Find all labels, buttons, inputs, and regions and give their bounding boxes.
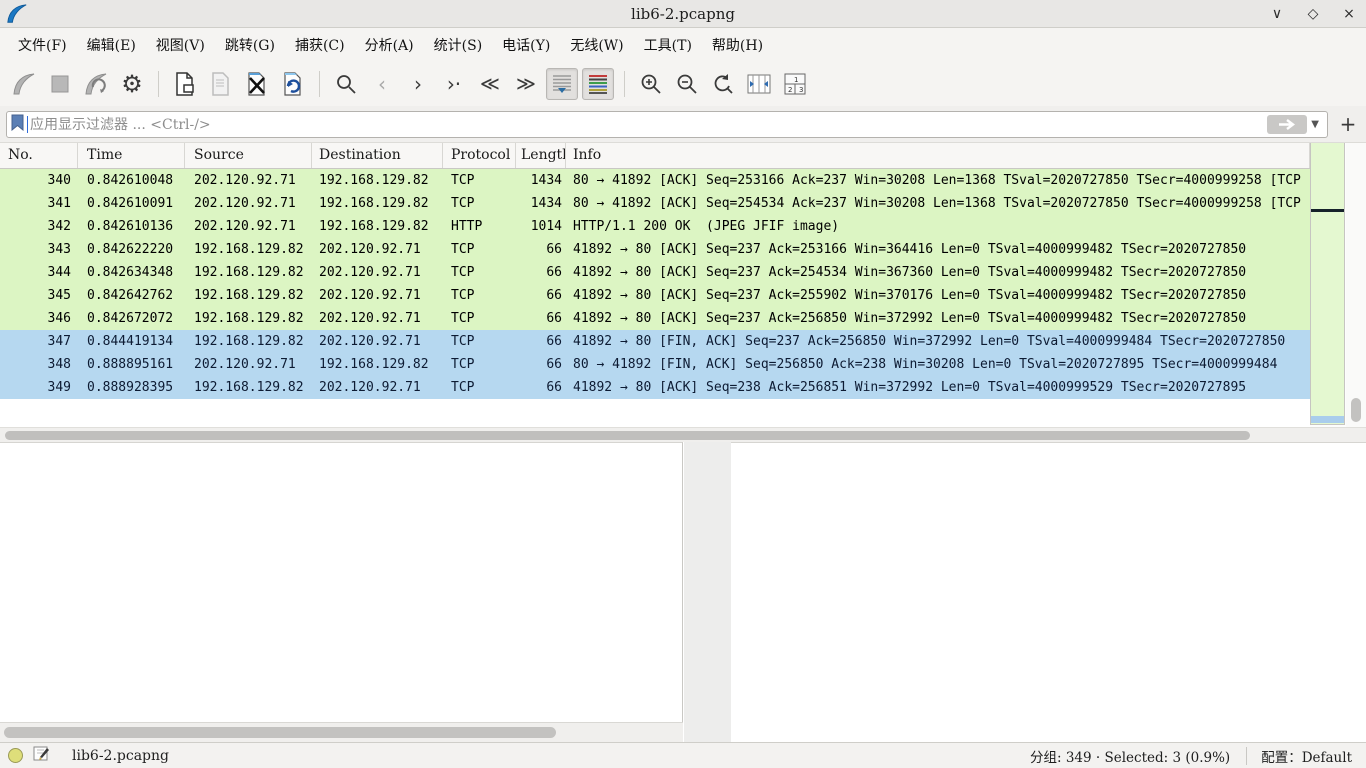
zoom-reset-icon[interactable]	[707, 68, 739, 100]
reload-file-icon[interactable]	[277, 68, 309, 100]
details-horizontal-scrollbar[interactable]	[0, 722, 683, 742]
packet-row[interactable]: 343 0.842622220 192.168.129.82 202.120.9…	[0, 238, 1310, 261]
capture-comment-icon[interactable]	[33, 745, 50, 766]
add-filter-button-icon[interactable]: +	[1336, 112, 1360, 136]
menu-bar: 文件(F) 编辑(E) 视图(V) 跳转(G) 捕获(C) 分析(A) 统计(S…	[0, 28, 1366, 61]
svg-text:2: 2	[788, 86, 792, 94]
packet-row[interactable]: 341 0.842610091 202.120.92.71 192.168.12…	[0, 192, 1310, 215]
go-back-icon[interactable]: ‹	[366, 68, 398, 100]
filter-placeholder-text: 应用显示过滤器 ... <Ctrl-/>	[30, 114, 1267, 134]
title-bar: lib6-2.pcapng ∨ ◇ ×	[0, 0, 1366, 28]
text-caret	[27, 116, 28, 133]
col-header-destination[interactable]: Destination	[312, 143, 443, 168]
packet-bytes-pane[interactable]	[731, 442, 1366, 742]
minimap-selection-marker	[1311, 416, 1344, 423]
zoom-out-icon[interactable]	[671, 68, 703, 100]
details-scrollbar-thumb[interactable]	[4, 727, 556, 738]
menu-view[interactable]: 视图(V)	[146, 31, 215, 59]
packet-row[interactable]: 347 0.844419134 192.168.129.82 202.120.9…	[0, 330, 1310, 353]
minimize-button[interactable]: ∨	[1268, 5, 1286, 23]
close-file-icon[interactable]	[241, 68, 273, 100]
restart-capture-icon[interactable]	[80, 68, 112, 100]
svg-text:3: 3	[799, 86, 803, 94]
menu-analyze[interactable]: 分析(A)	[355, 31, 424, 59]
intelligent-scrollbar-minimap[interactable]	[1310, 143, 1345, 425]
find-packet-icon[interactable]	[330, 68, 362, 100]
maximize-button[interactable]: ◇	[1304, 5, 1322, 23]
pane-splitter[interactable]	[684, 442, 731, 742]
menu-tools[interactable]: 工具(T)	[634, 31, 702, 59]
menu-capture[interactable]: 捕获(C)	[285, 31, 355, 59]
save-file-icon[interactable]	[205, 68, 237, 100]
packet-list-horizontal-scrollbar[interactable]	[0, 427, 1366, 442]
packet-details-pane[interactable]	[0, 442, 683, 742]
packet-list-vertical-scrollbar[interactable]	[1346, 143, 1366, 427]
vertical-scrollbar-thumb[interactable]	[1351, 398, 1361, 422]
apply-filter-button[interactable]	[1267, 115, 1307, 134]
stop-capture-icon[interactable]	[44, 68, 76, 100]
filter-bookmark-icon[interactable]	[11, 114, 24, 135]
profile-selector[interactable]: 配置：Default	[1247, 746, 1366, 766]
filter-dropdown-arrow-icon[interactable]: ▼	[1311, 119, 1319, 130]
display-filter-input[interactable]: 应用显示过滤器 ... <Ctrl-/> ▼	[6, 111, 1328, 138]
col-header-no[interactable]: No.	[0, 143, 78, 168]
auto-scroll-toggle[interactable]	[546, 68, 578, 100]
packet-list-pane: No. Time Source Destination Protocol Len…	[0, 143, 1366, 427]
horizontal-scrollbar-thumb[interactable]	[5, 431, 1250, 440]
menu-edit[interactable]: 编辑(E)	[77, 31, 146, 59]
col-header-info[interactable]: Info	[566, 143, 1310, 168]
statusbar-filename[interactable]: lib6-2.pcapng	[60, 748, 169, 764]
packet-row[interactable]: 340 0.842610048 202.120.92.71 192.168.12…	[0, 169, 1310, 192]
menu-telephony[interactable]: 电话(Y)	[492, 31, 560, 59]
detail-panes	[0, 442, 1366, 742]
menu-file[interactable]: 文件(F)	[8, 31, 77, 59]
expert-info-icon[interactable]	[8, 748, 23, 763]
main-toolbar: ⚙ ‹ › ›· ≪ ≫	[0, 61, 1366, 106]
zoom-in-icon[interactable]	[635, 68, 667, 100]
toolbar-separator	[158, 71, 159, 97]
capture-options-icon[interactable]: ⚙	[116, 68, 148, 100]
filter-bar: 应用显示过滤器 ... <Ctrl-/> ▼ +	[0, 106, 1366, 143]
col-header-length[interactable]: Length	[516, 143, 566, 168]
packet-table: No. Time Source Destination Protocol Len…	[0, 143, 1310, 427]
col-header-time[interactable]: Time	[78, 143, 185, 168]
menu-go[interactable]: 跳转(G)	[215, 31, 285, 59]
packet-row[interactable]: 344 0.842634348 192.168.129.82 202.120.9…	[0, 261, 1310, 284]
col-header-protocol[interactable]: Protocol	[443, 143, 516, 168]
go-forward-icon[interactable]: ›	[402, 68, 434, 100]
go-to-packet-icon[interactable]: ›·	[438, 68, 470, 100]
packet-count-summary: 分组: 349 · Selected: 3 (0.9%)	[1030, 746, 1246, 766]
wireshark-window: lib6-2.pcapng ∨ ◇ × 文件(F) 编辑(E) 视图(V) 跳转…	[0, 0, 1366, 768]
menu-help[interactable]: 帮助(H)	[702, 31, 773, 59]
menu-wireless[interactable]: 无线(W)	[560, 31, 633, 59]
go-last-packet-icon[interactable]: ≫	[510, 68, 542, 100]
go-first-packet-icon[interactable]: ≪	[474, 68, 506, 100]
packet-row[interactable]: 349 0.888928395 192.168.129.82 202.120.9…	[0, 376, 1310, 399]
toolbar-separator	[319, 71, 320, 97]
packet-row[interactable]: 345 0.842642762 192.168.129.82 202.120.9…	[0, 284, 1310, 307]
toolbar-separator	[624, 71, 625, 97]
layout-123-icon[interactable]: 123	[779, 68, 811, 100]
window-title: lib6-2.pcapng	[0, 0, 1366, 28]
start-capture-icon[interactable]	[8, 68, 40, 100]
minimap-position-marker	[1311, 209, 1344, 212]
resize-columns-icon[interactable]	[743, 68, 775, 100]
packet-table-header: No. Time Source Destination Protocol Len…	[0, 143, 1310, 169]
svg-text:1: 1	[794, 76, 798, 84]
status-bar: lib6-2.pcapng 分组: 349 · Selected: 3 (0.9…	[0, 742, 1366, 768]
packet-row[interactable]: 348 0.888895161 202.120.92.71 192.168.12…	[0, 353, 1310, 376]
close-button[interactable]: ×	[1340, 5, 1358, 23]
packet-row[interactable]: 346 0.842672072 192.168.129.82 202.120.9…	[0, 307, 1310, 330]
col-header-source[interactable]: Source	[185, 143, 312, 168]
colorize-toggle[interactable]	[582, 68, 614, 100]
menu-statistics[interactable]: 统计(S)	[424, 31, 493, 59]
packet-rows: 340 0.842610048 202.120.92.71 192.168.12…	[0, 169, 1310, 399]
open-file-icon[interactable]	[169, 68, 201, 100]
packet-row[interactable]: 342 0.842610136 202.120.92.71 192.168.12…	[0, 215, 1310, 238]
